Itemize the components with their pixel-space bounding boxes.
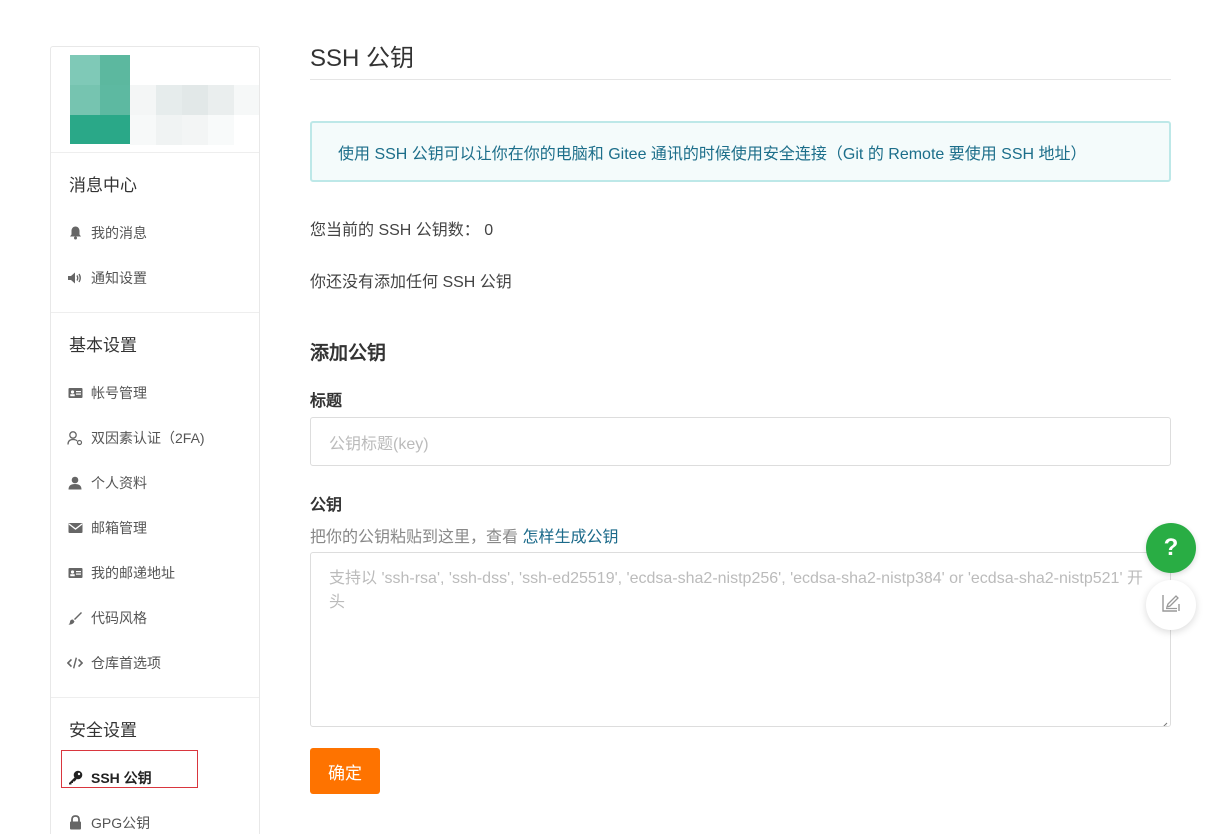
- info-text: 使用 SSH 公钥可以让你在你的电脑和 Gitee 通讯的时候使用安全连接（Gi…: [338, 145, 1087, 163]
- sidebar-item-gpg-keys[interactable]: GPG公钥: [51, 800, 259, 834]
- sidebar-item-label: 我的邮递地址: [91, 564, 175, 581]
- address-card-icon: [67, 565, 83, 581]
- speaker-icon: [67, 270, 83, 286]
- sidebar-item-label: GPG公钥: [91, 814, 151, 831]
- key-hint: 把你的公钥粘贴到这里，查看 怎样生成公钥: [310, 523, 1171, 547]
- page-title: SSH 公钥: [310, 44, 1171, 80]
- sidebar-item-label: 个人资料: [91, 474, 147, 491]
- sidebar-item-label: 双因素认证（2FA): [91, 429, 205, 446]
- sidebar-item-label: 帐号管理: [91, 384, 147, 401]
- main-content: SSH 公钥 使用 SSH 公钥可以让你在你的电脑和 Gitee 通讯的时候使用…: [310, 0, 1171, 794]
- sidebar-item-label: 代码风格: [91, 609, 147, 626]
- sidebar-item-profile[interactable]: 个人资料: [51, 460, 259, 505]
- user-outline-icon: [67, 430, 83, 446]
- sidebar-item-email[interactable]: 邮箱管理: [51, 505, 259, 550]
- sidebar-item-label: 仓库首选项: [91, 654, 161, 671]
- lock-icon: [67, 815, 83, 831]
- section-message-center: 消息中心 我的消息 通知设置: [51, 153, 259, 313]
- sidebar-item-address[interactable]: 我的邮递地址: [51, 550, 259, 595]
- sidebar-item-notification-settings[interactable]: 通知设置: [51, 255, 259, 300]
- id-card-icon: [67, 385, 83, 401]
- help-button[interactable]: ?: [1146, 523, 1196, 573]
- active-item-highlight: [61, 750, 198, 788]
- bell-icon: [67, 225, 83, 241]
- help-label: ?: [1163, 534, 1179, 561]
- section-basic-settings: 基本设置 帐号管理 双因素认证（2FA) 个人资料 邮箱管理 我的邮递地址 代码…: [51, 313, 259, 698]
- key-count: 您当前的 SSH 公钥数： 0: [310, 216, 1171, 240]
- how-to-generate-key-link[interactable]: 怎样生成公钥: [522, 529, 618, 546]
- sidebar-item-label: 我的消息: [91, 224, 147, 241]
- public-key-textarea[interactable]: 支持以 'ssh-rsa', 'ssh-dss', 'ssh-ed25519',…: [310, 552, 1171, 727]
- key-count-label: 您当前的 SSH 公钥数：: [310, 222, 480, 239]
- sidebar-item-label: 邮箱管理: [91, 519, 147, 536]
- avatar[interactable]: [70, 55, 130, 144]
- key-label: 公钥: [310, 497, 343, 514]
- submit-button[interactable]: 确定: [310, 748, 380, 794]
- section-title: 基本设置: [69, 336, 137, 355]
- envelope-icon: [67, 520, 83, 536]
- add-key-heading: 添加公钥: [310, 343, 387, 364]
- sidebar-item-2fa[interactable]: 双因素认证（2FA): [51, 415, 259, 460]
- sidebar-item-account[interactable]: 帐号管理: [51, 370, 259, 415]
- section-title: 安全设置: [69, 721, 137, 740]
- key-hint-text: 把你的公钥粘贴到这里，查看: [310, 529, 523, 546]
- key-title-input[interactable]: 公钥标题(key): [310, 417, 1171, 466]
- edit-icon: [1160, 592, 1182, 619]
- title-label: 标题: [310, 393, 343, 410]
- key-title-placeholder: 公钥标题(key): [329, 435, 429, 453]
- feedback-button[interactable]: [1146, 580, 1196, 630]
- info-message: 使用 SSH 公钥可以让你在你的电脑和 Gitee 通讯的时候使用安全连接（Gi…: [310, 121, 1171, 182]
- sidebar-item-code-style[interactable]: 代码风格: [51, 595, 259, 640]
- sidebar-item-my-messages[interactable]: 我的消息: [51, 210, 259, 255]
- section-title: 消息中心: [69, 176, 137, 195]
- resize-handle-icon[interactable]: [1158, 714, 1168, 726]
- code-icon: [67, 655, 83, 671]
- avatar-area: [51, 47, 259, 153]
- blurred-subtitle: [130, 115, 259, 145]
- key-count-value: 0: [484, 222, 494, 239]
- sidebar-item-label: 通知设置: [91, 269, 147, 286]
- settings-sidebar: 消息中心 我的消息 通知设置 基本设置 帐号管理 双因素认证（2FA) 个人资料…: [50, 46, 260, 834]
- public-key-placeholder: 支持以 'ssh-rsa', 'ssh-dss', 'ssh-ed25519',…: [329, 570, 1143, 611]
- empty-message: 你还没有添加任何 SSH 公钥: [310, 274, 512, 291]
- brush-icon: [67, 610, 83, 626]
- user-icon: [67, 475, 83, 491]
- sidebar-item-repo-preferences[interactable]: 仓库首选项: [51, 640, 259, 685]
- blurred-username: [130, 85, 259, 115]
- section-security-settings: 安全设置 SSH 公钥 GPG公钥: [51, 698, 259, 834]
